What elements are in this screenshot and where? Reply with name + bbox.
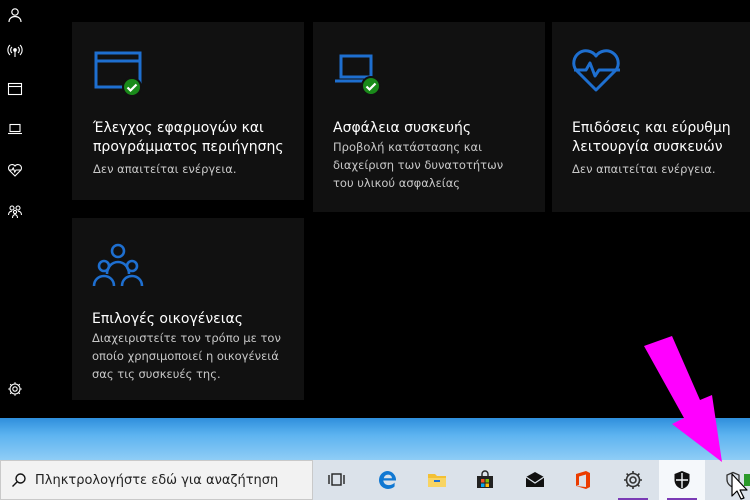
windows-security-window: Έλεγχος εφαρμογών και προγράμματος περιήγ… bbox=[0, 0, 750, 500]
check-badge-icon bbox=[122, 77, 142, 96]
tile-family-options[interactable]: Επιλογές οικογένειας Διαχειριστείτε τον … bbox=[72, 218, 304, 400]
edge-button[interactable] bbox=[365, 460, 411, 500]
tile-title: Ασφάλεια συσκευής bbox=[333, 120, 472, 136]
file-explorer-button[interactable] bbox=[414, 460, 460, 500]
family-icon bbox=[92, 243, 144, 287]
tile-title: Έλεγχος εφαρμογών και προγράμματος περιήγ… bbox=[93, 120, 284, 155]
store-icon bbox=[477, 470, 493, 488]
tile-description: Προβολή κατάστασης και διαχείριση των δυν… bbox=[333, 140, 504, 190]
family-icon bbox=[7, 205, 23, 219]
wireless-icon bbox=[7, 44, 23, 57]
tray-overflow-indicator bbox=[744, 474, 750, 486]
store-button[interactable] bbox=[462, 460, 508, 500]
heart-pulse-icon bbox=[8, 164, 22, 177]
mail-icon bbox=[525, 472, 545, 487]
nav-account-protection[interactable] bbox=[0, 0, 30, 30]
desktop-background bbox=[0, 418, 750, 460]
nav-app-browser[interactable] bbox=[0, 74, 30, 104]
nav-device-security[interactable] bbox=[0, 114, 30, 144]
taskbar: Πληκτρολογήστε εδώ για αναζήτηση bbox=[0, 460, 750, 500]
nav-family-options[interactable] bbox=[0, 196, 30, 226]
tile-status: Δεν απαιτείται ενέργεια. bbox=[93, 162, 237, 176]
file-explorer-icon bbox=[428, 474, 446, 487]
mail-button[interactable] bbox=[512, 460, 558, 500]
search-placeholder: Πληκτρολογήστε εδώ για αναζήτηση bbox=[35, 472, 279, 488]
taskbar-search-box[interactable]: Πληκτρολογήστε εδώ για αναζήτηση bbox=[0, 460, 313, 500]
tile-title: Επιλογές οικογένειας bbox=[92, 311, 243, 327]
tile-title: Επιδόσεις και εύρυθμη λειτουργία συσκευών bbox=[572, 120, 731, 155]
office-button[interactable] bbox=[560, 460, 606, 500]
tile-device-security[interactable]: Ασφάλεια συσκευής Προβολή κατάστασης και… bbox=[313, 22, 545, 212]
edge-icon bbox=[379, 471, 397, 489]
security-overview: Έλεγχος εφαρμογών και προγράμματος περιήγ… bbox=[30, 0, 750, 418]
search-icon bbox=[12, 473, 26, 487]
task-view-button[interactable] bbox=[314, 460, 360, 500]
app-browser-icon bbox=[94, 51, 142, 96]
tile-app-browser-control[interactable]: Έλεγχος εφαρμογών και προγράμματος περιήγ… bbox=[72, 22, 304, 200]
task-view-icon bbox=[328, 473, 345, 486]
laptop-icon bbox=[335, 54, 381, 96]
security-tray-icon bbox=[726, 471, 740, 488]
settings-icon bbox=[624, 471, 642, 489]
tile-description: Διαχειριστείτε τον τρόπο με τον οποίο χρη… bbox=[92, 331, 281, 381]
laptop-icon bbox=[8, 123, 22, 135]
windows-security-icon bbox=[674, 471, 690, 489]
tile-device-health[interactable]: Επιδόσεις και εύρυθμη λειτουργία συσκευών… bbox=[552, 22, 750, 212]
nav-device-health[interactable] bbox=[0, 155, 30, 185]
windows-security-button[interactable] bbox=[659, 460, 705, 500]
check-badge-icon bbox=[361, 76, 381, 96]
heart-pulse-icon bbox=[572, 49, 620, 92]
office-icon bbox=[576, 471, 590, 489]
nav-rail bbox=[0, 0, 30, 418]
person-icon bbox=[8, 8, 22, 23]
nav-firewall[interactable] bbox=[0, 35, 30, 65]
app-browser-icon bbox=[7, 82, 23, 96]
gear-icon bbox=[8, 382, 22, 396]
settings-button[interactable] bbox=[610, 460, 656, 500]
tile-status: Δεν απαιτείται ενέργεια. bbox=[572, 162, 716, 176]
nav-settings[interactable] bbox=[0, 374, 30, 404]
